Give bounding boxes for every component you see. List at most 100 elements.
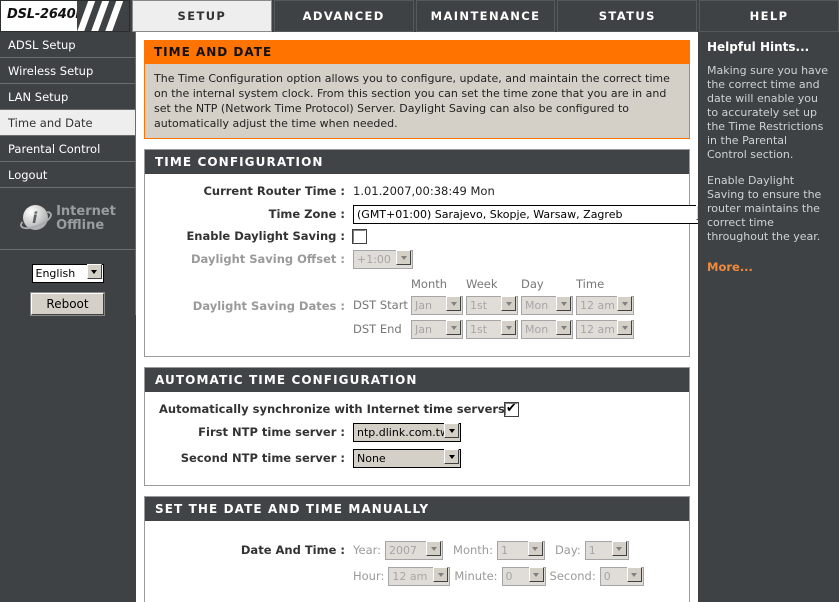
daylight-saving-offset-row: Daylight Saving Offset : +1:00: [153, 248, 681, 269]
time-zone-row: Time Zone : (GMT+01:00) Sarajevo, Skopje…: [153, 203, 698, 224]
dst-end-time-select[interactable]: 12 am: [576, 320, 634, 339]
time-configuration-body: Current Router Time : 1.01.2007,00:38:49…: [145, 174, 698, 356]
date-and-time-label: Date And Time :: [240, 542, 345, 557]
first-ntp-label: First NTP time server :: [198, 424, 345, 439]
internet-info-globe-icon: i: [17, 202, 55, 236]
tab-setup[interactable]: SETUP: [132, 0, 272, 32]
tab-help[interactable]: HELP: [699, 0, 839, 32]
first-ntp-row: First NTP time server : ntp.dlink.com.tw: [153, 421, 681, 442]
internet-status-line1: Internet: [56, 203, 116, 219]
sidebar-item-lan-setup[interactable]: LAN Setup: [0, 84, 136, 110]
product-logo: DSL-2640B: [0, 0, 130, 32]
year-label: Year:: [353, 542, 382, 557]
current-router-time-value: 1.01.2007,00:38:49 Mon: [353, 184, 495, 198]
hints-paragraph-2: Enable Daylight Saving to ensure the rou…: [707, 174, 822, 243]
dst-column-headers: Month Week Day Time: [353, 277, 631, 291]
page-body: ADSL Setup Wireless Setup LAN Setup Time…: [0, 32, 839, 602]
daylight-saving-dates-row: Daylight Saving Dates : Month Week Day T…: [153, 277, 681, 339]
automatic-time-configuration-panel: AUTOMATIC TIME CONFIGURATION Automatical…: [144, 367, 690, 486]
daylight-saving-dates-label: Daylight Saving Dates :: [192, 299, 345, 313]
hints-paragraph-1: Making sure you have the correct time an…: [707, 64, 829, 161]
auto-sync-label: Automatically synchronize with Internet …: [159, 402, 505, 416]
page-description: The Time Configuration option allows you…: [144, 64, 690, 139]
dst-grid: Month Week Day Time DST Start Jan 1st Mo…: [353, 277, 634, 339]
time-zone-label: Time Zone :: [268, 206, 345, 221]
sidebar-item-parental-control[interactable]: Parental Control: [0, 136, 136, 162]
dst-end-label: DST End: [353, 321, 402, 336]
sidebar-controls: English Reboot: [0, 250, 136, 316]
time-configuration-title: TIME CONFIGURATION: [145, 150, 689, 174]
time-zone-select-wrapper: (GMT+01:00) Sarajevo, Skopje, Warsaw, Za…: [353, 203, 698, 224]
main-content: TIME AND DATE The Time Configuration opt…: [136, 32, 698, 602]
second-label: Second:: [549, 568, 596, 583]
automatic-time-configuration-body: Automatically synchronize with Internet …: [145, 392, 689, 485]
tab-maintenance[interactable]: MAINTENANCE: [415, 0, 556, 32]
sidebar: ADSL Setup Wireless Setup LAN Setup Time…: [0, 32, 136, 602]
minute-select[interactable]: 0: [501, 567, 546, 586]
sidebar-item-adsl-setup[interactable]: ADSL Setup: [0, 32, 136, 58]
day-select[interactable]: 1: [584, 541, 629, 560]
first-ntp-select-wrapper: ntp.dlink.com.tw: [353, 421, 461, 442]
dst-end-row: DST End Jan 1st Mon 12 am: [353, 318, 634, 339]
sidebar-item-wireless-setup[interactable]: Wireless Setup: [0, 58, 136, 84]
first-ntp-select[interactable]: ntp.dlink.com.tw: [353, 423, 461, 442]
dst-start-week-select[interactable]: 1st: [466, 296, 518, 315]
daylight-saving-offset-select-wrapper: +1:00: [353, 248, 413, 269]
manual-date-time-body: Date And Time : Year: 2007 Month: 1 Day:…: [145, 521, 689, 602]
enable-daylight-saving-checkbox[interactable]: [352, 228, 367, 244]
month-select[interactable]: 1: [496, 541, 545, 560]
internet-status: i Internet Offline: [0, 188, 136, 250]
second-select[interactable]: 0: [599, 567, 644, 586]
dst-start-day-select[interactable]: Mon: [521, 296, 573, 315]
page-title: TIME AND DATE: [144, 40, 690, 64]
dst-start-row: DST Start Jan 1st Mon 12 am: [353, 294, 634, 315]
sidebar-item-time-and-date[interactable]: Time and Date: [0, 110, 136, 136]
manual-date-time-title: SET THE DATE AND TIME MANUALLY: [145, 497, 689, 521]
minute-label: Minute:: [454, 568, 498, 583]
helpful-hints-panel: Helpful Hints... Making sure you have th…: [698, 32, 839, 602]
time-configuration-panel: TIME CONFIGURATION Current Router Time :…: [144, 149, 698, 357]
dst-col-month: Month: [411, 277, 448, 291]
product-model-label: DSL-2640B: [7, 7, 86, 22]
current-router-time-label: Current Router Time :: [203, 184, 345, 198]
time-zone-select[interactable]: (GMT+01:00) Sarajevo, Skopje, Warsaw, Za…: [353, 205, 698, 224]
hour-label: Hour:: [353, 568, 385, 583]
tab-status[interactable]: STATUS: [557, 0, 698, 32]
second-ntp-select-wrapper: None: [353, 447, 461, 468]
language-select-wrapper: English: [31, 262, 104, 283]
daylight-saving-offset-label: Daylight Saving Offset :: [191, 251, 345, 266]
enable-daylight-saving-row: Enable Daylight Saving :: [153, 228, 681, 244]
hints-more-link[interactable]: More...: [707, 260, 753, 274]
dst-end-month-select[interactable]: Jan: [411, 320, 463, 339]
dst-col-time: Time: [576, 277, 605, 291]
internet-status-line2: Offline: [56, 217, 105, 233]
manual-time-row: Hour: 12 am Minute: 0 Second: 0: [153, 565, 681, 586]
dst-start-time-select[interactable]: 12 am: [576, 296, 634, 315]
tab-advanced[interactable]: ADVANCED: [273, 0, 414, 32]
second-ntp-label: Second NTP time server :: [180, 450, 345, 465]
dst-col-day: Day: [521, 277, 544, 291]
dst-end-week-select[interactable]: 1st: [466, 320, 518, 339]
main-tabs: SETUP ADVANCED MAINTENANCE STATUS HELP: [130, 0, 839, 32]
top-bar: DSL-2640B SETUP ADVANCED MAINTENANCE STA…: [0, 0, 839, 32]
second-ntp-select[interactable]: None: [353, 449, 461, 468]
dst-start-label: DST Start: [353, 297, 408, 312]
internet-status-text: Internet Offline: [56, 203, 116, 233]
reboot-button[interactable]: Reboot: [30, 292, 105, 316]
manual-date-row: Date And Time : Year: 2007 Month: 1 Day:…: [153, 539, 681, 560]
day-label: Day:: [554, 542, 581, 557]
daylight-saving-offset-select[interactable]: +1:00: [353, 250, 413, 269]
manual-date-time-panel: SET THE DATE AND TIME MANUALLY Date And …: [144, 496, 690, 602]
dst-start-month-select[interactable]: Jan: [411, 296, 463, 315]
current-router-time-row: Current Router Time : 1.01.2007,00:38:49…: [153, 184, 681, 198]
auto-sync-checkbox[interactable]: [503, 401, 519, 417]
language-select[interactable]: English: [31, 264, 104, 283]
month-label: Month:: [453, 542, 493, 557]
dst-end-day-select[interactable]: Mon: [521, 320, 573, 339]
year-select[interactable]: 2007: [385, 541, 444, 560]
hints-title: Helpful Hints...: [707, 40, 810, 54]
dst-col-week: Week: [466, 277, 498, 291]
sidebar-item-logout[interactable]: Logout: [0, 162, 136, 188]
hour-select[interactable]: 12 am: [388, 567, 451, 586]
router-admin-page: DSL-2640B SETUP ADVANCED MAINTENANCE STA…: [0, 0, 839, 602]
